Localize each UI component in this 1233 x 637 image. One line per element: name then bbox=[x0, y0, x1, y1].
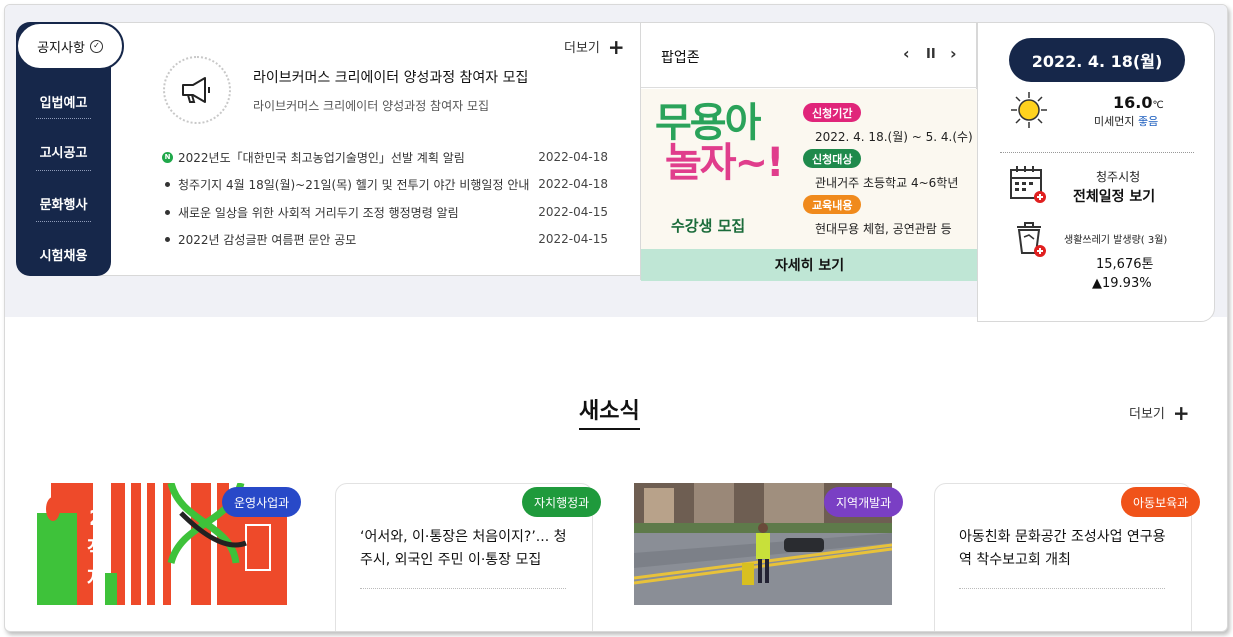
notice-row[interactable]: 청주기지 4월 18일(월)~21일(목) 헬기 및 전투기 야간 비행일정 안… bbox=[162, 175, 608, 193]
news-more-label: 더보기 bbox=[1129, 407, 1165, 422]
poster-char: 2 bbox=[89, 506, 103, 530]
featured-notice-title[interactable]: 라이브커머스 크리에이터 양성과정 참여자 모집 bbox=[253, 67, 528, 87]
tab-divider bbox=[36, 170, 91, 171]
dept-badge: 운영사업과 bbox=[222, 487, 302, 517]
popup-title: 팝업존 bbox=[661, 50, 700, 66]
detail-button[interactable]: 자세히 보기 bbox=[641, 249, 978, 281]
tag-target: 신청대상 bbox=[803, 149, 862, 168]
dust-label: 미세먼지 bbox=[1094, 115, 1135, 128]
bullet-icon bbox=[165, 236, 170, 242]
notice-row[interactable]: N 2022년도「대한민국 최고농업기술명인」선발 계획 알림 2022-04-… bbox=[162, 148, 608, 166]
plus-icon: + bbox=[1172, 400, 1190, 425]
tab-announcement[interactable]: 고시공고 bbox=[16, 142, 111, 161]
notice-title: 2022년도「대한민국 최고농업기술명인」선발 계획 알림 bbox=[178, 150, 465, 165]
tag-period: 신청기간 bbox=[803, 103, 862, 122]
dept-badge: 지역개발과 bbox=[824, 487, 904, 517]
bullet-icon bbox=[165, 209, 170, 215]
notice-date: 2022-04-18 bbox=[538, 177, 608, 191]
notice-more-link[interactable]: 더보기 + bbox=[564, 34, 625, 59]
target-text: 관내거주 초등학교 4~6학년 bbox=[815, 176, 959, 190]
card-divider bbox=[959, 588, 1165, 589]
news-more-link[interactable]: 더보기 + bbox=[1129, 400, 1190, 425]
dept-badge: 아동보육과 bbox=[1121, 487, 1201, 517]
megaphone-icon bbox=[163, 56, 231, 124]
content-text: 현대무용 체험, 공연관람 등 bbox=[815, 222, 952, 236]
info-divider bbox=[1000, 152, 1194, 153]
poster-char: 지 bbox=[86, 566, 106, 590]
dust-status: 좋음 bbox=[1137, 115, 1159, 128]
plus-icon: + bbox=[607, 34, 625, 59]
notice-date: 2022-04-15 bbox=[538, 205, 608, 219]
trash-amount: 15,676톤 bbox=[1096, 257, 1154, 272]
fine-dust: 미세먼지 좋음 bbox=[1094, 113, 1158, 129]
news-card-title: 아동친화 문화공간 조성사업 연구용역 착수보고회 개최 bbox=[959, 529, 1166, 568]
temperature: 16.0℃ bbox=[1113, 93, 1164, 112]
period-text: 2022. 4. 18.(월) ~ 5. 4.(수) bbox=[815, 130, 973, 144]
trash-label: 생활쓰레기 발생량( 3월) bbox=[1064, 235, 1168, 246]
notice-date: 2022-04-18 bbox=[538, 150, 608, 164]
notice-row[interactable]: 2022년 감성글판 여름편 문안 공모 2022-04-15 bbox=[162, 230, 608, 248]
popup-header: 팝업존 ‹ II › bbox=[641, 23, 978, 88]
tab-label: 공지사항 bbox=[37, 40, 85, 56]
news-section-title: 새소식 bbox=[579, 393, 640, 430]
banner-logo: 무용아 놀자~! bbox=[655, 100, 784, 186]
info-panel: 2022. 4. 18(월) 16.0℃ 미세먼지 좋음 청주시청 전체일정 보… bbox=[977, 22, 1215, 322]
notice-date: 2022-04-15 bbox=[538, 232, 608, 246]
poster-text: 2 직 지 bbox=[81, 503, 111, 593]
tab-legislation[interactable]: 입법예고 bbox=[16, 92, 111, 111]
trash-change: ▲19.93% bbox=[1092, 276, 1152, 291]
notice-title: 청주기지 4월 18일(월)~21일(목) 헬기 및 전투기 야간 비행일정 안… bbox=[178, 177, 530, 192]
notice-title: 새로운 일상을 위한 사회적 거리두기 조정 행정명령 알림 bbox=[178, 205, 459, 220]
sun-icon bbox=[1009, 90, 1049, 134]
tab-notice[interactable]: 공지사항 ✓ bbox=[16, 22, 124, 70]
next-arrow-icon[interactable]: › bbox=[950, 44, 957, 63]
bullet-icon bbox=[165, 181, 170, 187]
trash-icon bbox=[1014, 221, 1048, 263]
tab-exam-recruit[interactable]: 시험채용 bbox=[16, 245, 111, 264]
news-card-title: ‘어서와, 이·통장은 처음이지?’... 청주시, 외국인 주민 이·통장 모… bbox=[360, 529, 567, 568]
temperature-value: 16.0 bbox=[1113, 93, 1153, 112]
new-badge: N bbox=[162, 151, 173, 163]
page-frame: 더보기 + 라이브커머스 크리에이터 양성과정 참여자 모집 라이브커머스 크리… bbox=[4, 4, 1228, 632]
notice-title: 2022년 감성글판 여름편 문안 공모 bbox=[178, 232, 357, 247]
date-pill: 2022. 4. 18(월) bbox=[1009, 38, 1185, 82]
notice-more-label: 더보기 bbox=[564, 41, 600, 56]
tag-content: 교육내용 bbox=[803, 195, 862, 214]
notice-tabs: 공지사항 ✓ 입법예고 고시공고 문화행사 시험채용 bbox=[16, 22, 124, 276]
tab-divider bbox=[36, 221, 91, 222]
tab-divider bbox=[36, 118, 91, 119]
pause-icon[interactable]: II bbox=[926, 47, 936, 62]
prev-arrow-icon[interactable]: ‹ bbox=[903, 44, 910, 63]
calendar-line-1: 청주시청 bbox=[1096, 170, 1141, 184]
card-divider bbox=[360, 588, 566, 589]
logo-line-1: 무용아 bbox=[655, 100, 761, 146]
popup-zone: 팝업존 ‹ II › 무용아 놀자~! 수강생 모집 신청기간 2022. 4.… bbox=[640, 22, 978, 281]
calendar-icon[interactable] bbox=[1008, 165, 1048, 209]
tab-culture-event[interactable]: 문화행사 bbox=[16, 194, 111, 213]
popup-banner[interactable]: 무용아 놀자~! 수강생 모집 신청기간 2022. 4. 18.(월) ~ 5… bbox=[641, 89, 978, 249]
dept-badge: 자치행정과 bbox=[522, 487, 602, 517]
poster-char: 직 bbox=[86, 536, 106, 560]
recruit-text: 수강생 모집 bbox=[671, 217, 746, 235]
logo-line-2: 놀자~! bbox=[665, 140, 784, 186]
featured-notice-subtitle: 라이브커머스 크리에이터 양성과정 참여자 모집 bbox=[253, 99, 490, 113]
calendar-link[interactable]: 전체일정 보기 bbox=[1073, 186, 1155, 206]
notice-row[interactable]: 새로운 일상을 위한 사회적 거리두기 조정 행정명령 알림 2022-04-1… bbox=[162, 203, 608, 221]
check-circle-icon: ✓ bbox=[89, 39, 103, 53]
temperature-unit: ℃ bbox=[1152, 100, 1164, 111]
